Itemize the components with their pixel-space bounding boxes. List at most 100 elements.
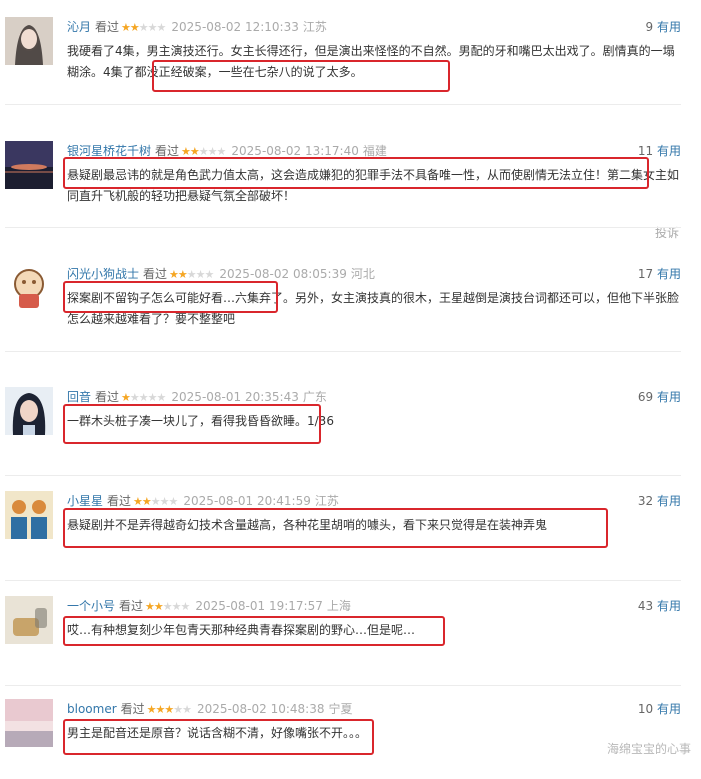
review-location: 广东 (302, 390, 327, 404)
useful-label[interactable]: 有用 (657, 702, 681, 716)
star-icon: ★ (168, 495, 179, 508)
review-header: 银河星桥花千树 看过 ★★★★★ 2025-08-02 13:17:40 福建 11 有… (67, 141, 681, 161)
useful-label[interactable]: 有用 (657, 390, 681, 404)
review-content: 一群木头桩子凑一块儿了，看得我昏昏欲睡。1/36 (67, 414, 334, 428)
star-icon: ★ (198, 145, 209, 158)
rating-stars: ★★★★★ (133, 492, 179, 512)
rating-stars: ★★★★★ (121, 388, 167, 408)
review-header: 回音 看过 ★★★★★ 2025-08-01 20:35:43 广东 69 有用 (67, 387, 681, 407)
star-icon: ★ (146, 703, 157, 716)
username-link[interactable]: 回音 (67, 390, 91, 404)
useful-count: 9 (645, 20, 654, 34)
star-icon: ★ (207, 145, 218, 158)
username-link[interactable]: 闪光小狗战士 (67, 267, 139, 281)
star-icon: ★ (150, 495, 161, 508)
star-icon: ★ (121, 391, 131, 404)
review-list: 沁月 看过 ★★★★★ 2025-08-02 12:10:33 江苏 9 有用 我硬看了… (0, 0, 701, 769)
review-content: 我硬看了4集，男主演技还行。女主长得还行，但是演出来怪怪的不自然。男配的牙和嘴巴… (67, 44, 675, 79)
star-icon: ★ (195, 268, 206, 281)
review-time: 2025-08-01 19:17:57 (195, 599, 323, 613)
review-header: 小星星 看过 ★★★★★ 2025-08-01 20:41:59 江苏 32 有用 (67, 491, 681, 511)
useful-vote[interactable]: 11 有用 (638, 141, 681, 161)
useful-vote[interactable]: 32 有用 (638, 491, 681, 511)
review-location: 河北 (350, 267, 375, 281)
avatar[interactable] (5, 17, 53, 65)
star-icon: ★ (204, 268, 215, 281)
star-icon: ★ (162, 600, 173, 613)
watch-status: 看过 (120, 702, 145, 716)
username-link[interactable]: 银河星桥花千树 (67, 144, 151, 158)
star-icon: ★ (133, 495, 143, 508)
avatar[interactable] (5, 264, 53, 312)
watch-status: 看过 (143, 267, 168, 281)
useful-vote[interactable]: 17 有用 (638, 264, 681, 284)
star-icon: ★ (129, 21, 140, 34)
useful-vote[interactable]: 43 有用 (638, 596, 681, 616)
avatar[interactable] (5, 491, 53, 539)
divider (5, 351, 681, 352)
star-icon: ★ (173, 703, 183, 716)
avatar[interactable] (5, 699, 53, 747)
rating-stars: ★★★★★ (145, 597, 191, 617)
useful-count: 69 (637, 390, 654, 404)
star-icon: ★ (186, 268, 197, 281)
divider (5, 580, 681, 581)
watch-status: 看过 (95, 20, 120, 34)
avatar[interactable] (5, 596, 53, 644)
review-content: 悬疑剧并不是弄得越奇幻技术含量越高，各种花里胡哨的噱头，看下来只觉得是在装神弄鬼 (67, 518, 548, 532)
watermark: 海绵宝宝的心事 (606, 742, 691, 756)
star-icon: ★ (164, 703, 174, 716)
review-content: 男主是配音还是原音？说话含糊不清，好像嘴张不开。。。 (67, 726, 368, 740)
star-icon: ★ (147, 391, 158, 404)
review-time: 2025-08-02 10:48:38 (197, 702, 325, 716)
useful-vote[interactable]: 9 有用 (646, 17, 681, 37)
star-icon: ★ (169, 268, 179, 281)
star-icon: ★ (145, 600, 155, 613)
review-content: 探案剧不留钩子怎么可能好看…六集弃了。另外，女主演技真的很木，王星越倒是演技台词… (67, 291, 680, 326)
username-link[interactable]: 沁月 (67, 20, 91, 34)
star-icon: ★ (171, 600, 182, 613)
star-icon: ★ (141, 495, 152, 508)
useful-count: 17 (637, 267, 654, 281)
star-icon: ★ (180, 600, 191, 613)
useful-count: 11 (637, 144, 654, 158)
watch-status: 看过 (95, 390, 120, 404)
star-icon: ★ (138, 391, 149, 404)
review-content: 哎…有种想复刻少年包青天那种经典青春探案剧的野心…但是呢… (67, 623, 416, 637)
review-content: 悬疑剧最忌讳的就是角色武力值太高，这会造成嫌犯的犯罪手法不具备唯一性，从而使剧情… (67, 168, 680, 203)
rating-stars: ★★★★★ (121, 18, 167, 38)
username-link[interactable]: 一个小号 (67, 599, 115, 613)
star-icon: ★ (153, 600, 164, 613)
useful-vote[interactable]: 10 有用 (638, 699, 681, 719)
useful-label[interactable]: 有用 (657, 599, 681, 613)
useful-vote[interactable]: 69 有用 (638, 387, 681, 407)
star-icon: ★ (159, 495, 170, 508)
review-time: 2025-08-02 12:10:33 (171, 20, 299, 34)
watch-status: 看过 (119, 599, 144, 613)
useful-label[interactable]: 有用 (657, 267, 681, 281)
review-item: 闪光小狗战士 看过 ★★★★★ 2025-08-02 08:05:39 河北 17 有用… (0, 264, 701, 344)
divider (5, 475, 681, 476)
star-icon: ★ (156, 21, 167, 34)
review-item: 小星星 看过 ★★★★★ 2025-08-01 20:41:59 江苏 32 有用 悬疑… (0, 491, 701, 571)
star-icon: ★ (129, 391, 140, 404)
avatar[interactable] (5, 141, 53, 189)
useful-label[interactable]: 有用 (657, 494, 681, 508)
username-link[interactable]: 小星星 (67, 494, 103, 508)
watch-status: 看过 (107, 494, 132, 508)
review-item: 沁月 看过 ★★★★★ 2025-08-02 12:10:33 江苏 9 有用 我硬看了… (0, 17, 701, 97)
useful-count: 32 (637, 494, 654, 508)
review-location: 江苏 (314, 494, 339, 508)
review-location: 福建 (362, 144, 387, 158)
useful-label[interactable]: 有用 (657, 144, 681, 158)
divider (5, 104, 681, 105)
review-location: 上海 (326, 599, 351, 613)
rating-stars: ★★★★★ (181, 142, 226, 162)
useful-count: 10 (637, 702, 654, 716)
review-header: 沁月 看过 ★★★★★ 2025-08-02 12:10:33 江苏 9 有用 (67, 17, 681, 37)
avatar[interactable] (5, 387, 53, 435)
useful-label[interactable]: 有用 (657, 20, 681, 34)
username-link[interactable]: bloomer (67, 702, 117, 716)
star-icon: ★ (156, 391, 167, 404)
divider (5, 227, 681, 228)
